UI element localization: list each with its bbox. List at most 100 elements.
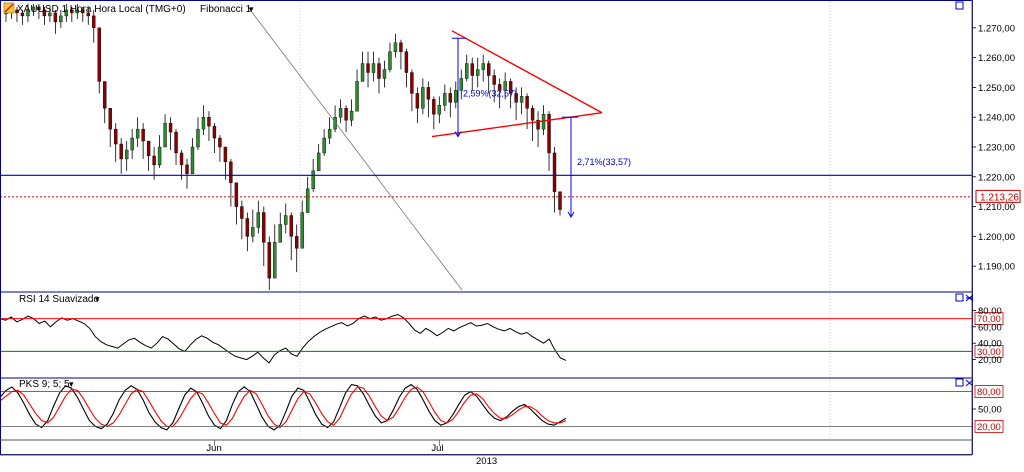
candle-body (289, 215, 293, 237)
candle-body (223, 146, 228, 163)
candle-body (59, 15, 63, 23)
fib-annotation-2: 2,71%(33,57) (577, 157, 631, 167)
x-tick-label: Jun (206, 443, 221, 454)
candle-body (168, 122, 173, 133)
candle-body (196, 128, 200, 148)
rsi-title[interactable]: RSI 14 Suavizado (19, 294, 99, 305)
price-tick-label: 1.240,00 (978, 113, 1015, 124)
candle-body (426, 87, 431, 100)
candle-body (135, 128, 140, 139)
pks-tick-label: 50,00 (978, 405, 1002, 416)
candle-body (305, 188, 310, 213)
candle-body (146, 140, 151, 157)
candle-body (157, 146, 162, 166)
candle-body (415, 93, 420, 109)
candle-body (141, 128, 145, 142)
candle-body (130, 137, 134, 151)
rsi-tick-label: 80,00 (978, 306, 1002, 317)
candle-body (240, 206, 244, 219)
fibonacci-label[interactable]: Fibonacci 1 (200, 4, 252, 15)
candle-body (552, 152, 557, 192)
candle-body (245, 218, 250, 237)
candle-body (481, 63, 485, 70)
candle-body (530, 108, 535, 121)
candle-body (103, 81, 107, 109)
candle-body (366, 63, 370, 73)
candle-body (267, 242, 271, 279)
candle-body (124, 149, 129, 160)
pks-level-label: 80,00 (977, 387, 1001, 398)
candle-body (119, 143, 123, 160)
rsi-dropdown-icon[interactable]: ▾ (95, 294, 100, 304)
chart-background (0, 0, 1024, 467)
fib-annotation-1: 2,59%(32,57) (463, 88, 517, 98)
candle-body (97, 27, 101, 82)
candle-body (284, 215, 288, 225)
candle-body (212, 125, 217, 139)
candle-body (410, 72, 414, 94)
candle-body (437, 105, 442, 115)
candle-body (327, 128, 332, 139)
candle-body (371, 63, 376, 73)
candle-body (519, 96, 524, 103)
x-tick-label: Jul (431, 443, 443, 454)
candle-body (218, 137, 222, 148)
pks-dropdown-icon[interactable]: ▾ (69, 379, 74, 389)
candle-body (114, 128, 118, 145)
candle-body (393, 42, 398, 52)
candle-body (185, 164, 189, 175)
price-tick-label: 1.210,00 (978, 202, 1015, 213)
candle-body (234, 182, 239, 207)
pks-level-label: 20,00 (977, 422, 1001, 433)
candle-body (432, 99, 436, 115)
chart-window: 70,00 30,00 80,00 20,00 1.270,00 1.260,00 1.… (0, 0, 1024, 467)
candle-body (382, 69, 387, 79)
candle-body (465, 63, 469, 79)
candle-body (448, 93, 452, 103)
rsi-tick-label: 40,00 (978, 339, 1002, 350)
price-tick-label: 1.260,00 (978, 53, 1015, 64)
candle-body (558, 191, 562, 210)
price-tick-label: 1.200,00 (978, 232, 1015, 243)
candle-body (190, 146, 195, 175)
price-tick-label: 1.250,00 (978, 83, 1015, 94)
price-tick-label: 1.220,00 (978, 172, 1015, 183)
candle-body (470, 63, 474, 76)
candle-body (92, 15, 96, 29)
pks-title[interactable]: PKS 9; 5; 5 (19, 379, 70, 390)
candle-body (316, 152, 321, 172)
candle-body (388, 51, 392, 70)
year-label: 2013 (476, 456, 497, 467)
rsi-tick-label: 60,00 (978, 322, 1002, 333)
candle-body (421, 87, 425, 109)
candle-body (278, 224, 282, 243)
candle-body (492, 75, 496, 85)
symbol-label[interactable]: XAUUSD 1 Hora Hora Local (TMG+0) (17, 4, 186, 15)
candle-body (108, 108, 112, 130)
candle-body (262, 212, 266, 243)
candle-body (454, 90, 458, 103)
candle-body (273, 242, 277, 279)
candle-body (476, 69, 480, 76)
candle-body (251, 227, 255, 237)
candle-body (355, 81, 359, 112)
price-tick-label: 1.270,00 (978, 23, 1015, 34)
candle-body (295, 236, 299, 249)
fibonacci-dropdown-icon[interactable]: ▾ (249, 4, 254, 14)
candle-body (486, 63, 491, 76)
candle-body (399, 42, 403, 52)
chart-canvas: 70,0030,00 80,0020,00 1.270,001.260,001.… (0, 0, 1024, 467)
candle-body (322, 137, 326, 154)
candle-body (525, 96, 529, 109)
candle-body (443, 93, 447, 106)
candle-body (300, 212, 304, 249)
candle-body (404, 51, 409, 73)
candle-body (360, 63, 365, 82)
candle-body (344, 108, 348, 121)
candle-body (201, 117, 206, 130)
price-tick-label: 1.230,00 (978, 143, 1015, 154)
candle-body (152, 155, 156, 166)
candle-body (256, 212, 261, 228)
candle-body (229, 161, 233, 183)
candle-body (338, 108, 343, 118)
